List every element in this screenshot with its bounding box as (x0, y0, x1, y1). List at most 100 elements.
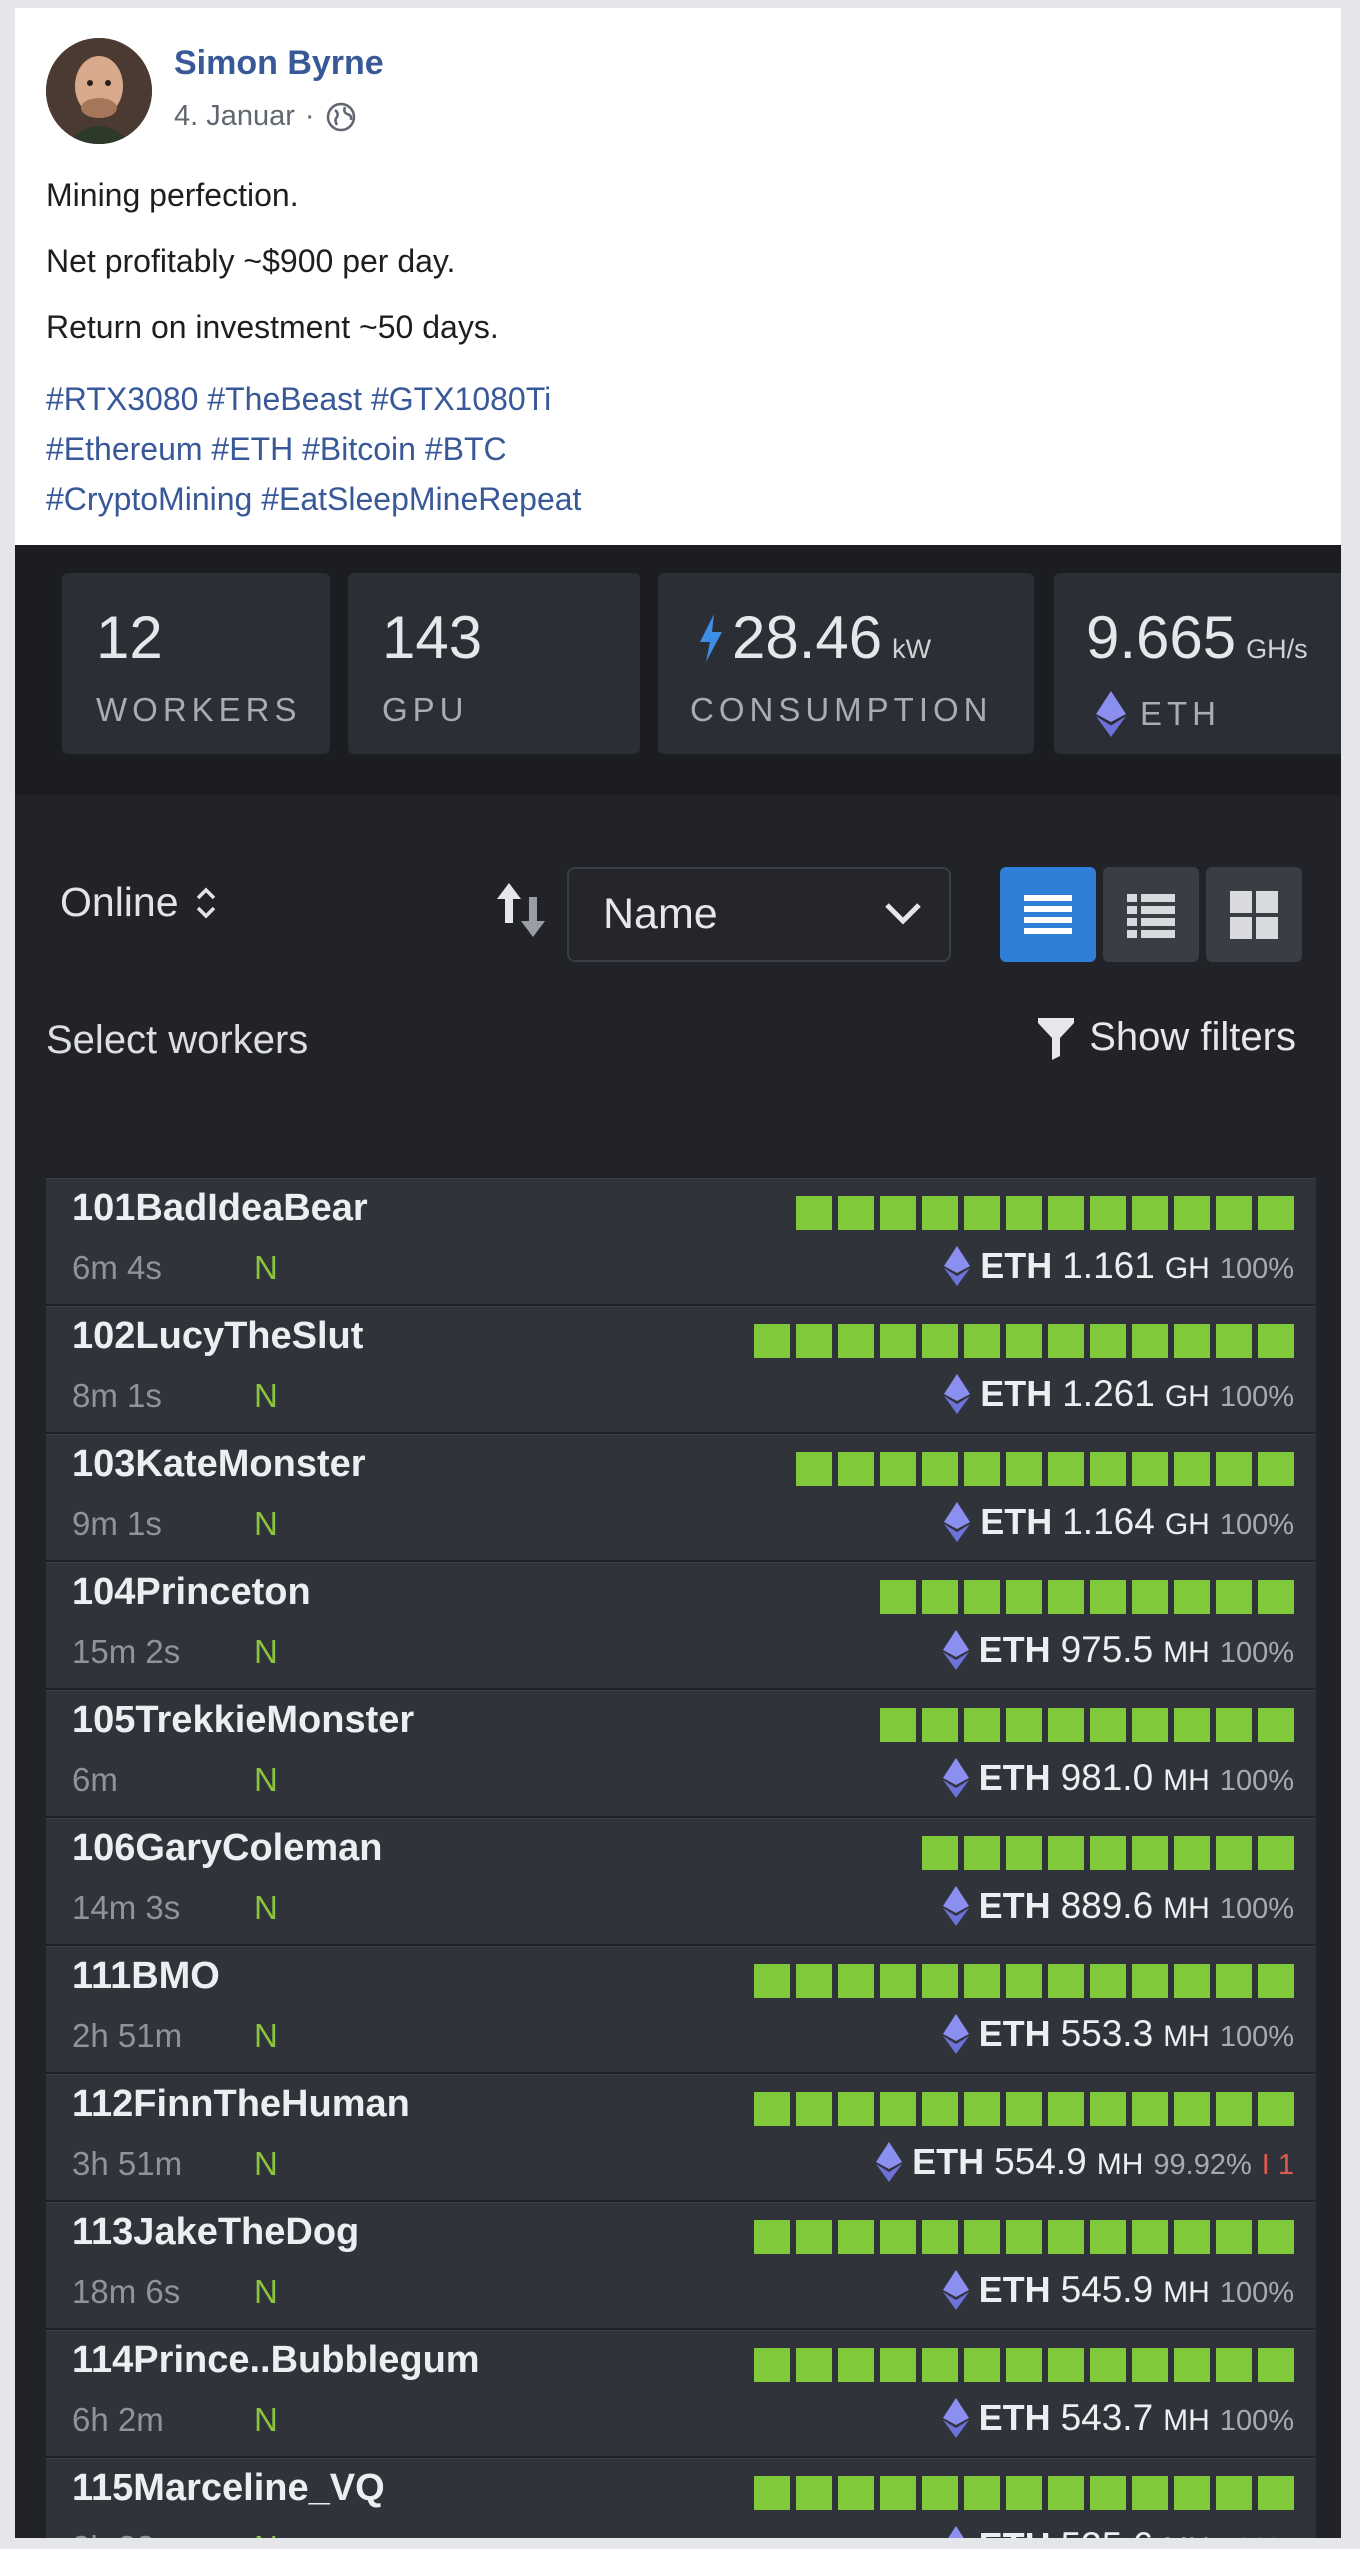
worker-hashrate: ETH 889.6 MH 100% (942, 1885, 1294, 1927)
worker-row[interactable]: 113JakeTheDog 18m 6s N ETH 545.9 MH 100% (46, 2202, 1316, 2328)
list-lines-icon (1024, 895, 1072, 934)
worker-row[interactable]: 112FinnTheHuman 3h 51m N ETH 554.9 MH 99… (46, 2074, 1316, 2200)
worker-name[interactable]: 103KateMonster (72, 1443, 366, 1486)
gpu-status-square (754, 2476, 790, 2510)
worker-network-status: N (254, 1249, 278, 1286)
gpu-status-square (964, 2476, 1000, 2510)
gpu-status-square (880, 1708, 916, 1742)
sort-by-value: Name (603, 890, 718, 938)
consumption-value-wrap: 28.46 kW (698, 603, 931, 672)
worker-accepted-percent: 100% (1219, 1253, 1294, 1285)
gpu-status-square (964, 1324, 1000, 1358)
author-name[interactable]: Simon Byrne (174, 44, 384, 83)
gpu-status-square (1174, 1836, 1210, 1870)
worker-name[interactable]: 104Princeton (72, 1571, 311, 1614)
worker-name[interactable]: 115Marceline_VQ (72, 2467, 385, 2510)
hashtag-link[interactable]: #GTX1080Ti (371, 381, 551, 417)
show-filters-label: Show filters (1089, 1015, 1296, 1059)
worker-row[interactable]: 114Prince..Bubblegum 6h 2m N ETH 543.7 M… (46, 2330, 1316, 2456)
worker-name[interactable]: 105TrekkieMonster (72, 1699, 414, 1742)
hashtag-link[interactable]: #CryptoMining (46, 481, 252, 517)
worker-row[interactable]: 105TrekkieMonster 6m N ETH 981.0 MH 100% (46, 1690, 1316, 1816)
worker-row[interactable]: 115Marceline_VQ 3h 38m N ETH 535.6 MH 10… (46, 2458, 1316, 2538)
gpu-status-square (838, 1196, 874, 1230)
author-avatar[interactable] (46, 38, 152, 144)
gpu-status-square (1216, 2220, 1252, 2254)
gpu-status-square (964, 1964, 1000, 1998)
consumption-label: CONSUMPTION (690, 691, 993, 728)
gpu-status-square (1132, 2220, 1168, 2254)
worker-row[interactable]: 106GaryColeman 14m 3s N ETH 889.6 MH 100… (46, 1818, 1316, 1944)
consumption-value: 28.46 (732, 604, 883, 671)
gpu-status-square (964, 2348, 1000, 2382)
post-meta: 4. Januar · (174, 100, 357, 133)
gpu-status-square (880, 1964, 916, 1998)
gpu-status-square (964, 2092, 1000, 2126)
worker-hashrate: ETH 981.0 MH 100% (942, 1757, 1294, 1799)
post-date[interactable]: 4. Januar (174, 100, 295, 133)
gpu-status-square (922, 2476, 958, 2510)
gpu-status-square (964, 2220, 1000, 2254)
status-filter-dropdown[interactable]: Online (60, 879, 217, 926)
worker-name[interactable]: 111BMO (72, 1955, 220, 1998)
hashrate-value-wrap: 9.665 GH/s (1086, 603, 1308, 672)
gpu-status-square (1216, 2348, 1252, 2382)
hashtag-link[interactable]: #EatSleepMineRepeat (261, 481, 581, 517)
sort-direction-icon[interactable] (495, 879, 551, 941)
select-workers-link[interactable]: Select workers (46, 1018, 308, 1063)
ethereum-icon (942, 1630, 969, 1670)
gpu-status-bar (796, 1452, 1294, 1486)
gpu-status-square (922, 2220, 958, 2254)
worker-row[interactable]: 111BMO 2h 51m N ETH 553.3 MH 100% (46, 1946, 1316, 2072)
show-filters-button[interactable]: Show filters (1037, 1015, 1296, 1060)
worker-accepted-percent: 100% (1219, 2277, 1294, 2309)
ethereum-icon (942, 2270, 969, 2310)
gpu-status-square (964, 1196, 1000, 1230)
gpu-status-square (838, 2476, 874, 2510)
worker-hash-value: 545.9 (1060, 2269, 1154, 2310)
gpu-status-square (1216, 1452, 1252, 1486)
hashtag-link[interactable]: #TheBeast (207, 381, 362, 417)
gpu-status-square (1216, 1324, 1252, 1358)
gpu-status-square (1174, 2092, 1210, 2126)
worker-row[interactable]: 103KateMonster 9m 1s N ETH 1.164 GH 100% (46, 1434, 1316, 1560)
worker-uptime: 3h 38m (72, 2529, 182, 2538)
gpu-status-square (1132, 1708, 1168, 1742)
worker-name[interactable]: 102LucyTheSlut (72, 1315, 363, 1358)
worker-name[interactable]: 112FinnTheHuman (72, 2083, 410, 2126)
hashtag-link[interactable]: #Bitcoin (302, 431, 416, 467)
worker-name[interactable]: 113JakeTheDog (72, 2211, 359, 2254)
hashtag-link[interactable]: #ETH (211, 431, 293, 467)
worker-name[interactable]: 114Prince..Bubblegum (72, 2339, 480, 2382)
hashtag-line: #Ethereum #ETH #Bitcoin #BTC (46, 424, 1306, 474)
worker-row[interactable]: 101BadIdeaBear 6m 4s N ETH 1.161 GH 100% (46, 1178, 1316, 1304)
worker-row[interactable]: 102LucyTheSlut 8m 1s N ETH 1.261 GH 100% (46, 1306, 1316, 1432)
worker-name[interactable]: 106GaryColeman (72, 1827, 383, 1870)
worker-hashrate: ETH 545.9 MH 100% (942, 2269, 1294, 2311)
sort-by-select[interactable]: Name (567, 867, 951, 962)
hashtag-link[interactable]: #RTX3080 (46, 381, 198, 417)
worker-name[interactable]: 101BadIdeaBear (72, 1187, 368, 1230)
view-grid-button[interactable] (1206, 867, 1302, 962)
view-detailed-list-button[interactable] (1103, 867, 1199, 962)
gpu-status-square (754, 1964, 790, 1998)
worker-hashrate: ETH 553.3 MH 100% (942, 2013, 1294, 2055)
gpu-status-square (922, 1580, 958, 1614)
worker-row[interactable]: 104Princeton 15m 2s N ETH 975.5 MH 100% (46, 1562, 1316, 1688)
view-list-button[interactable] (1000, 867, 1096, 962)
lightning-icon (700, 614, 722, 662)
gpu-status-square (1132, 1452, 1168, 1486)
hashtag-link[interactable]: #Ethereum (46, 431, 203, 467)
gpu-status-square (1258, 1452, 1294, 1486)
gpu-status-square (922, 1324, 958, 1358)
gpu-status-square (1090, 2092, 1126, 2126)
worker-uptime: 6h 2m (72, 2401, 164, 2438)
gpu-status-square (1258, 1964, 1294, 1998)
ethereum-icon (942, 2398, 969, 2438)
gpu-status-square (754, 2220, 790, 2254)
hashtag-link[interactable]: #BTC (425, 431, 507, 467)
worker-network-status: N (254, 2401, 278, 2438)
gpu-status-square (1006, 2348, 1042, 2382)
worker-hashrate: ETH 554.9 MH 99.92% I 1 (876, 2141, 1294, 2183)
gpu-status-square (1258, 1580, 1294, 1614)
